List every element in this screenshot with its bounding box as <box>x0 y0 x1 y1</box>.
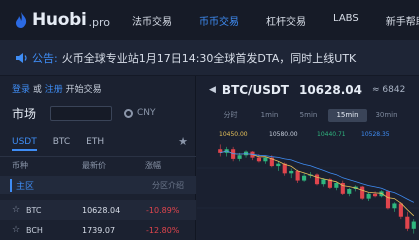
column-change[interactable]: 涨幅 <box>145 160 161 171</box>
coin-price: 10628.04 <box>82 205 121 215</box>
candle-body <box>321 179 326 185</box>
column-last-price[interactable]: 最新价 <box>82 160 145 171</box>
coin-name: BTC <box>26 205 42 215</box>
candle-body <box>237 155 242 159</box>
candle-body <box>263 157 268 162</box>
nav-coin-trading[interactable]: 币币交易 <box>199 13 239 28</box>
interval-selector: 分时 1min 5min 15min 30min <box>211 108 419 122</box>
quote-currency-tabs: USDT BTC ETH ★ <box>12 134 188 151</box>
nav-labs[interactable]: LABS <box>333 13 359 28</box>
ma-value: 10528.35 <box>361 131 390 138</box>
board-name: 主区 <box>10 178 34 192</box>
column-coin[interactable]: 币种 <box>12 160 82 171</box>
nav-margin-trading[interactable]: 杠杆交易 <box>266 13 306 28</box>
interval-5min[interactable]: 5min <box>289 111 328 119</box>
market-row[interactable]: ☆ BTC 10628.04 -10.89% <box>0 200 196 220</box>
announcement-label: 公告: <box>32 51 58 65</box>
interval-15min[interactable]: 15min <box>328 108 367 122</box>
candle-body <box>360 186 365 199</box>
candle-body <box>392 203 397 209</box>
main-nav: 法币交易 币币交易 杠杆交易 LABS 新手帮助 <box>132 13 419 28</box>
nav-fiat-trading[interactable]: 法币交易 <box>132 13 172 28</box>
candle-body <box>289 170 294 174</box>
candle-body <box>295 170 300 181</box>
favorites-star-icon[interactable]: ★ <box>178 135 188 148</box>
candle-body <box>347 189 352 194</box>
market-header: 市场 CNY <box>12 104 192 122</box>
radio-icon <box>124 108 134 118</box>
coin-change: -12.80% <box>146 225 180 235</box>
market-table-header: 币种 最新价 涨幅 <box>12 160 188 171</box>
collapse-caret-icon[interactable]: ◀ <box>209 85 216 95</box>
currency-label: CNY <box>137 108 156 118</box>
candle-body <box>405 216 410 229</box>
interval-1min[interactable]: 1min <box>250 111 289 119</box>
candle-body <box>398 203 403 217</box>
login-link[interactable]: 登录 <box>12 85 30 95</box>
market-row[interactable]: ☆ BCH 1739.07 -12.80% <box>0 220 196 240</box>
brand-suffix: .pro <box>88 15 111 29</box>
candle-body <box>276 163 281 167</box>
coin-price: 1739.07 <box>82 225 116 235</box>
login-prompt: 登录 或 注册 开始交易 <box>12 82 102 95</box>
market-search-input[interactable] <box>50 105 113 121</box>
tab-eth[interactable]: ETH <box>86 137 104 147</box>
market-panel: 登录 或 注册 开始交易 市场 CNY USDT BTC ETH ★ 币种 最新… <box>0 76 196 240</box>
chart-panel: ◀ BTC/USDT 10628.04 ≈ 6842 分时 1min 5min … <box>197 76 419 240</box>
candle-body <box>302 175 307 181</box>
speaker-icon <box>16 52 27 63</box>
pair-ticker: ◀ BTC/USDT 10628.04 ≈ 6842 <box>209 82 405 98</box>
ma-value: 10580.00 <box>269 131 298 138</box>
candle-body <box>334 182 339 188</box>
candle-body <box>256 157 261 162</box>
ma-value: 10450.00 <box>219 131 248 138</box>
star-outline-icon[interactable]: ☆ <box>12 205 22 215</box>
tab-usdt[interactable]: USDT <box>12 137 37 151</box>
coin-change: -10.89% <box>146 205 180 215</box>
candle-body <box>411 221 416 229</box>
logo-flame-icon <box>16 12 27 28</box>
currency-toggle[interactable]: CNY <box>124 108 156 118</box>
board-intro-link[interactable]: 分区介绍 <box>152 180 184 191</box>
candlestick-chart[interactable]: 10450.00 10580.00 10440.71 10528.35 <box>197 128 419 240</box>
coin-name: BCH <box>26 225 43 235</box>
market-title: 市场 <box>12 106 37 121</box>
logo[interactable]: Huobi .pro <box>14 0 110 40</box>
candle-body <box>385 191 391 209</box>
interval-30min[interactable]: 30min <box>367 111 406 119</box>
interval-timeline[interactable]: 分时 <box>211 110 250 120</box>
divider <box>0 156 196 157</box>
star-outline-icon[interactable]: ☆ <box>12 225 22 235</box>
nav-beginner-help[interactable]: 新手帮助 <box>386 13 419 28</box>
announcement-bar[interactable]: 公告: 火币全球专业站1月17日14:30全球首发DTA，同时上线UTK <box>0 40 419 76</box>
ma-value: 10440.71 <box>317 131 346 138</box>
top-bar: Huobi .pro 法币交易 币币交易 杠杆交易 LABS 新手帮助 <box>0 0 419 40</box>
announcement-text[interactable]: 火币全球专业站1月17日14:30全球首发DTA，同时上线UTK <box>62 50 357 66</box>
candle-body <box>314 174 320 185</box>
brand-name: Huobi <box>32 10 87 30</box>
start-trading-text: 开始交易 <box>62 85 102 95</box>
main-board-row: 主区 分区介绍 <box>0 176 196 194</box>
login-or-text: 或 <box>30 85 45 95</box>
pair-name: BTC/USDT <box>221 83 289 97</box>
candle-body <box>366 193 371 199</box>
candle-body <box>373 193 378 197</box>
register-link[interactable]: 注册 <box>45 85 63 95</box>
pair-price: 10628.04 <box>298 83 362 97</box>
pair-price-cny: ≈ 6842 <box>372 85 406 95</box>
tab-btc[interactable]: BTC <box>53 137 70 147</box>
candles-group <box>218 144 416 234</box>
